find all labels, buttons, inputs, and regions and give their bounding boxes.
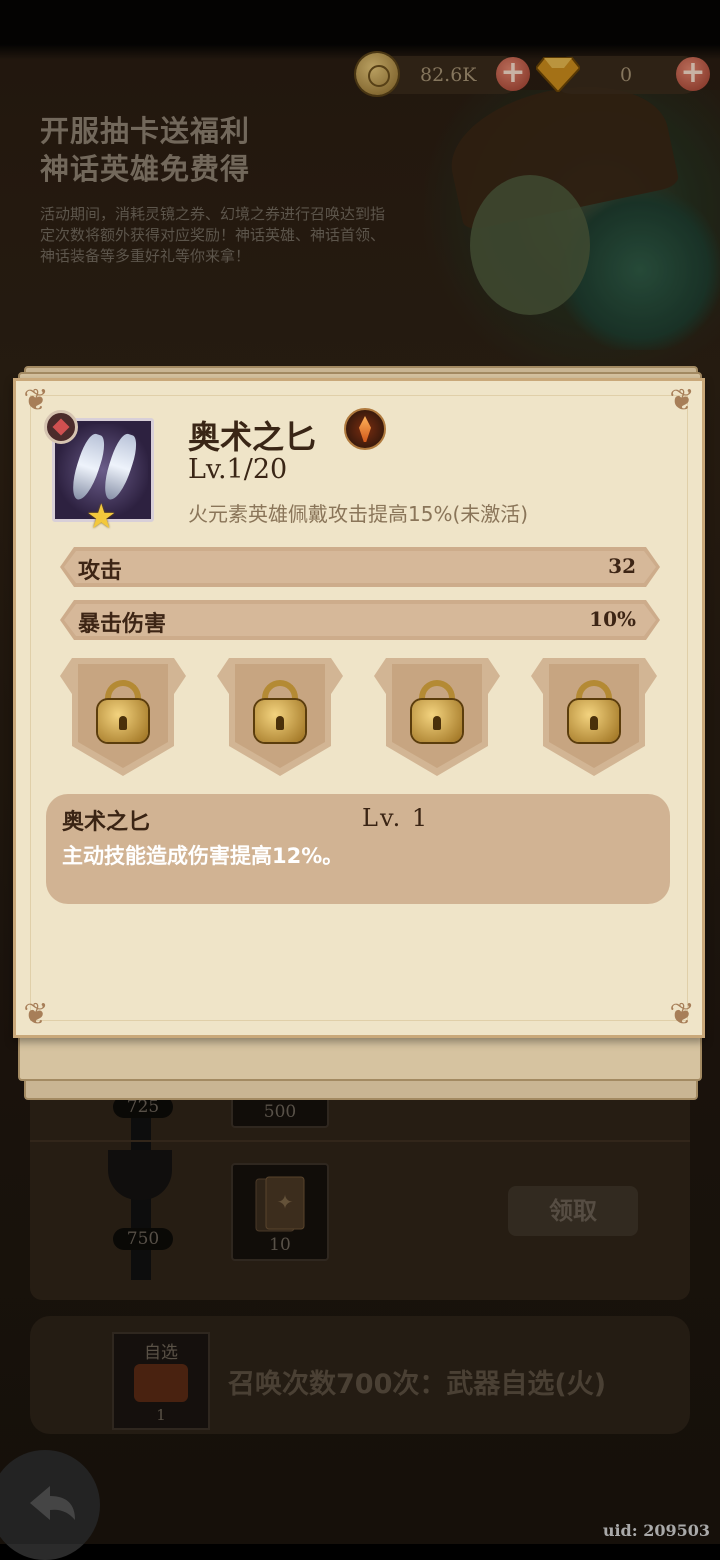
fire-element-icon (344, 408, 386, 450)
element-icon (44, 410, 78, 444)
stat-crit-damage: 暴击伤害 10% (60, 600, 660, 640)
skill-name: 奥术之匕 (62, 810, 151, 835)
locked-slot[interactable] (217, 658, 343, 776)
item-effect: 火元素英雄佩戴攻击提高15%(未激活) (188, 502, 529, 526)
star-icon: ★ (86, 497, 117, 537)
stat-value: 32 (608, 554, 636, 578)
stat-label: 暴击伤害 (78, 612, 167, 637)
corner-ornament-icon: ❦ (23, 997, 49, 1032)
stat-value: 10% (589, 607, 636, 631)
keyhole (590, 716, 598, 730)
skill-description: 主动技能造成伤害提高12%。 (62, 844, 344, 868)
corner-ornament-icon: ❦ (669, 383, 695, 418)
keyhole (276, 716, 284, 730)
item-level: Lv.1/20 (188, 454, 288, 485)
item-name: 奥术之匕 (188, 418, 317, 456)
keyhole (433, 716, 441, 730)
locked-slot[interactable] (374, 658, 500, 776)
stat-attack: 攻击 32 (60, 547, 660, 587)
corner-ornament-icon: ❦ (669, 997, 695, 1032)
skill-level: Lv. 1 (362, 804, 430, 832)
locked-slot[interactable] (531, 658, 657, 776)
keyhole (119, 716, 127, 730)
stat-label: 攻击 (78, 559, 123, 584)
skill-box: 奥术之匕 Lv. 1 主动技能造成伤害提高12%。 (46, 794, 670, 904)
locked-slot[interactable] (60, 658, 186, 776)
